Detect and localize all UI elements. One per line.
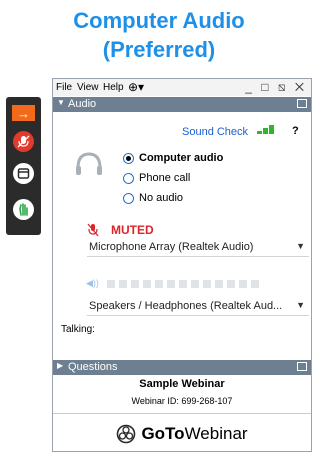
- option-no-audio-label: No audio: [139, 192, 184, 204]
- collapse-triangle-icon[interactable]: ▼: [57, 98, 65, 107]
- menu-help[interactable]: Help: [103, 82, 124, 93]
- brand-name-light: Webinar: [184, 424, 248, 443]
- microphone-muted-icon[interactable]: [13, 131, 34, 152]
- popout-icon[interactable]: [297, 362, 307, 371]
- speaker-icon: ◀)): [86, 278, 99, 288]
- questions-section-header[interactable]: ▶ Questions: [53, 360, 311, 375]
- mute-status[interactable]: MUTED: [86, 223, 154, 237]
- headline: Computer Audio (Preferred): [0, 6, 318, 64]
- mute-status-label: MUTED: [111, 223, 154, 237]
- floating-toolbar: →: [6, 97, 41, 235]
- headset-icon: [76, 152, 102, 175]
- raise-hand-icon[interactable]: [13, 199, 34, 220]
- language-globe-icon[interactable]: ⊕▾: [128, 80, 144, 94]
- speakers-select-value: Speakers / Headphones (Realtek Aud...: [89, 300, 283, 312]
- sound-check-link[interactable]: Sound Check: [182, 126, 248, 138]
- option-phone-call-label: Phone call: [139, 172, 191, 184]
- window-controls[interactable]: _ □ ⧅ ✕: [245, 80, 307, 95]
- menu-file[interactable]: File: [56, 82, 72, 93]
- radio-no-audio[interactable]: [123, 192, 134, 204]
- audio-section-title: Audio: [68, 98, 97, 110]
- brand-name-bold: GoTo: [141, 424, 185, 443]
- gotowebinar-logo-icon: [117, 424, 136, 444]
- speakers-select[interactable]: Speakers / Headphones (Realtek Aud... ▼: [87, 298, 309, 316]
- menu-view[interactable]: View: [77, 82, 99, 93]
- headline-line-2: (Preferred): [102, 37, 216, 62]
- option-computer-audio-label: Computer audio: [139, 152, 224, 164]
- divider: [53, 413, 311, 414]
- help-button[interactable]: ?: [292, 125, 299, 137]
- collapse-arrow-icon[interactable]: →: [12, 105, 35, 121]
- audio-section-header[interactable]: ▼ Audio: [53, 97, 311, 112]
- microphone-select[interactable]: Microphone Array (Realtek Audio) ▼: [87, 239, 309, 257]
- option-no-audio[interactable]: No audio: [123, 192, 183, 204]
- option-computer-audio[interactable]: Computer audio: [123, 152, 223, 164]
- screen-icon[interactable]: [13, 163, 34, 184]
- microphone-select-value: Microphone Array (Realtek Audio): [89, 241, 254, 253]
- radio-phone-call[interactable]: [123, 172, 134, 184]
- popout-icon[interactable]: [297, 99, 307, 108]
- brand-logo: GoTo Webinar: [53, 424, 311, 444]
- control-panel: File View Help ⊕▾ _ □ ⧅ ✕ ▼ Audio Sound …: [52, 78, 312, 452]
- webinar-title: Sample Webinar: [139, 378, 225, 390]
- headline-line-1: Computer Audio: [73, 8, 245, 33]
- talking-label: Talking:: [61, 324, 95, 335]
- radio-computer-audio[interactable]: [123, 152, 134, 164]
- chevron-down-icon[interactable]: ▼: [296, 241, 305, 251]
- microphone-off-icon[interactable]: [86, 223, 100, 237]
- option-phone-call[interactable]: Phone call: [123, 172, 190, 184]
- webinar-id: Webinar ID: 699-268-107: [131, 396, 233, 406]
- questions-section-title: Questions: [68, 361, 118, 373]
- expand-triangle-icon[interactable]: ▶: [57, 361, 63, 370]
- menu-bar: File View Help ⊕▾ _ □ ⧅ ✕: [53, 79, 311, 96]
- chevron-down-icon[interactable]: ▼: [296, 300, 305, 310]
